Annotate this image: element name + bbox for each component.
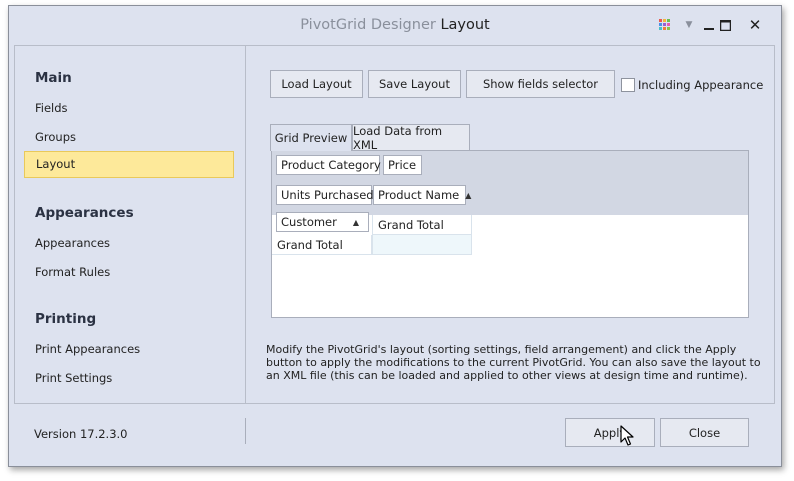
version-label: Version 17.2.3.0 xyxy=(34,427,128,441)
field-customer-label: Customer xyxy=(281,215,337,229)
footer: Version 17.2.3.0 Apply Close xyxy=(9,403,781,466)
including-appearance-label: Including Appearance xyxy=(638,78,764,92)
sort-ascending-icon: ▲ xyxy=(352,217,360,227)
field-price[interactable]: Price xyxy=(383,155,422,175)
field-product-name-label: Product Name xyxy=(378,188,460,202)
title-main: Layout xyxy=(440,17,490,33)
column-header-area: Units Purchased Product Name ▲ xyxy=(272,180,748,215)
show-fields-selector-button[interactable]: Show fields selector xyxy=(466,70,615,98)
tab-load-data-from-xml[interactable]: Load Data from XML xyxy=(352,124,470,152)
nav-layout[interactable]: Layout xyxy=(24,151,234,178)
close-icon[interactable]: ✕ xyxy=(745,15,765,35)
designer-window: PivotGrid Designer Layout ▼ ✕ Main Field… xyxy=(8,5,782,467)
field-product-category[interactable]: Product Category xyxy=(276,155,381,175)
grand-total-cell xyxy=(372,235,472,255)
title-bar: PivotGrid Designer Layout ▼ ✕ xyxy=(9,6,781,46)
load-layout-button[interactable]: Load Layout xyxy=(270,70,363,98)
footer-divider xyxy=(245,418,246,444)
field-customer[interactable]: Customer ▲ xyxy=(276,212,369,232)
close-button[interactable]: Close xyxy=(660,418,749,447)
section-main: Main xyxy=(35,70,72,86)
chevron-down-icon[interactable]: ▼ xyxy=(683,15,695,35)
nav-print-appearances[interactable]: Print Appearances xyxy=(35,342,140,356)
nav-groups[interactable]: Groups xyxy=(35,130,76,144)
pivot-grid-preview: Product Category Price Units Purchased P… xyxy=(271,150,749,318)
including-appearance-checkbox[interactable] xyxy=(621,78,635,92)
skin-palette-icon[interactable] xyxy=(659,15,673,35)
nav-print-settings[interactable]: Print Settings xyxy=(35,371,112,385)
layout-panel: Load Layout Save Layout Show fields sele… xyxy=(245,45,775,404)
tab-grid-preview[interactable]: Grid Preview xyxy=(270,124,352,151)
layout-description: Modify the PivotGrid's layout (sorting s… xyxy=(266,343,761,382)
mouse-cursor-icon xyxy=(620,425,634,446)
sidebar: Main Fields Groups Layout Appearances Ap… xyxy=(14,45,246,404)
nav-appearances[interactable]: Appearances xyxy=(35,236,110,250)
title-prefix: PivotGrid Designer xyxy=(300,17,436,33)
save-layout-button[interactable]: Save Layout xyxy=(368,70,461,98)
section-printing: Printing xyxy=(35,311,97,327)
apply-button[interactable]: Apply xyxy=(565,418,655,447)
maximize-icon[interactable] xyxy=(715,15,735,35)
nav-fields[interactable]: Fields xyxy=(35,101,68,115)
filter-header-area: Product Category Price xyxy=(272,151,748,181)
field-units-purchased[interactable]: Units Purchased xyxy=(276,185,374,205)
field-product-name[interactable]: Product Name ▲ xyxy=(373,185,471,205)
section-appearances: Appearances xyxy=(35,205,134,221)
column-grand-total-header: Grand Total xyxy=(372,215,472,235)
row-grand-total-header: Grand Total xyxy=(272,235,372,255)
sort-ascending-icon: ▲ xyxy=(465,190,472,200)
nav-format-rules[interactable]: Format Rules xyxy=(35,265,110,279)
